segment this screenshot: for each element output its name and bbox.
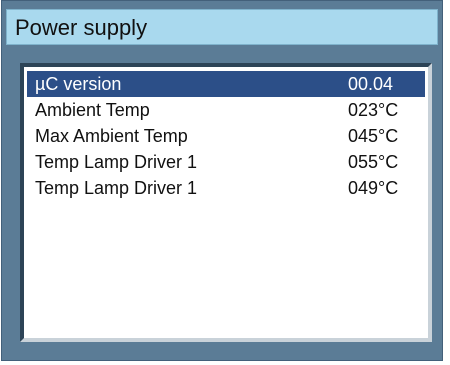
info-list: µC version 00.04 Ambient Temp 023°C Max … — [27, 71, 425, 201]
list-item[interactable]: Temp Lamp Driver 1 055°C — [27, 149, 425, 175]
list-item-value: 045°C — [348, 126, 399, 146]
list-item-label: Ambient Temp — [35, 100, 150, 120]
window-title: Power supply — [15, 15, 148, 40]
list-item-label: Temp Lamp Driver 1 — [35, 178, 198, 198]
list-item-label: Temp Lamp Driver 1 — [35, 152, 198, 172]
list-item[interactable]: Ambient Temp 023°C — [27, 97, 425, 123]
list-item[interactable]: µC version 00.04 — [27, 71, 425, 97]
list-item-value: 00.04 — [348, 74, 394, 94]
list-item-value: 023°C — [348, 100, 399, 120]
title-bar: Power supply — [6, 9, 438, 45]
list-item-value: 049°C — [348, 178, 399, 198]
power-supply-window: Power supply µC version 00.04 Ambient Te… — [1, 0, 443, 361]
list-item-label: Max Ambient Temp — [35, 126, 188, 146]
list-item[interactable]: Temp Lamp Driver 1 049°C — [27, 175, 425, 201]
list-item-value: 055°C — [348, 152, 399, 172]
list-item[interactable]: Max Ambient Temp 045°C — [27, 123, 425, 149]
info-list-panel: µC version 00.04 Ambient Temp 023°C Max … — [20, 63, 432, 342]
list-item-label: µC version — [35, 74, 122, 94]
